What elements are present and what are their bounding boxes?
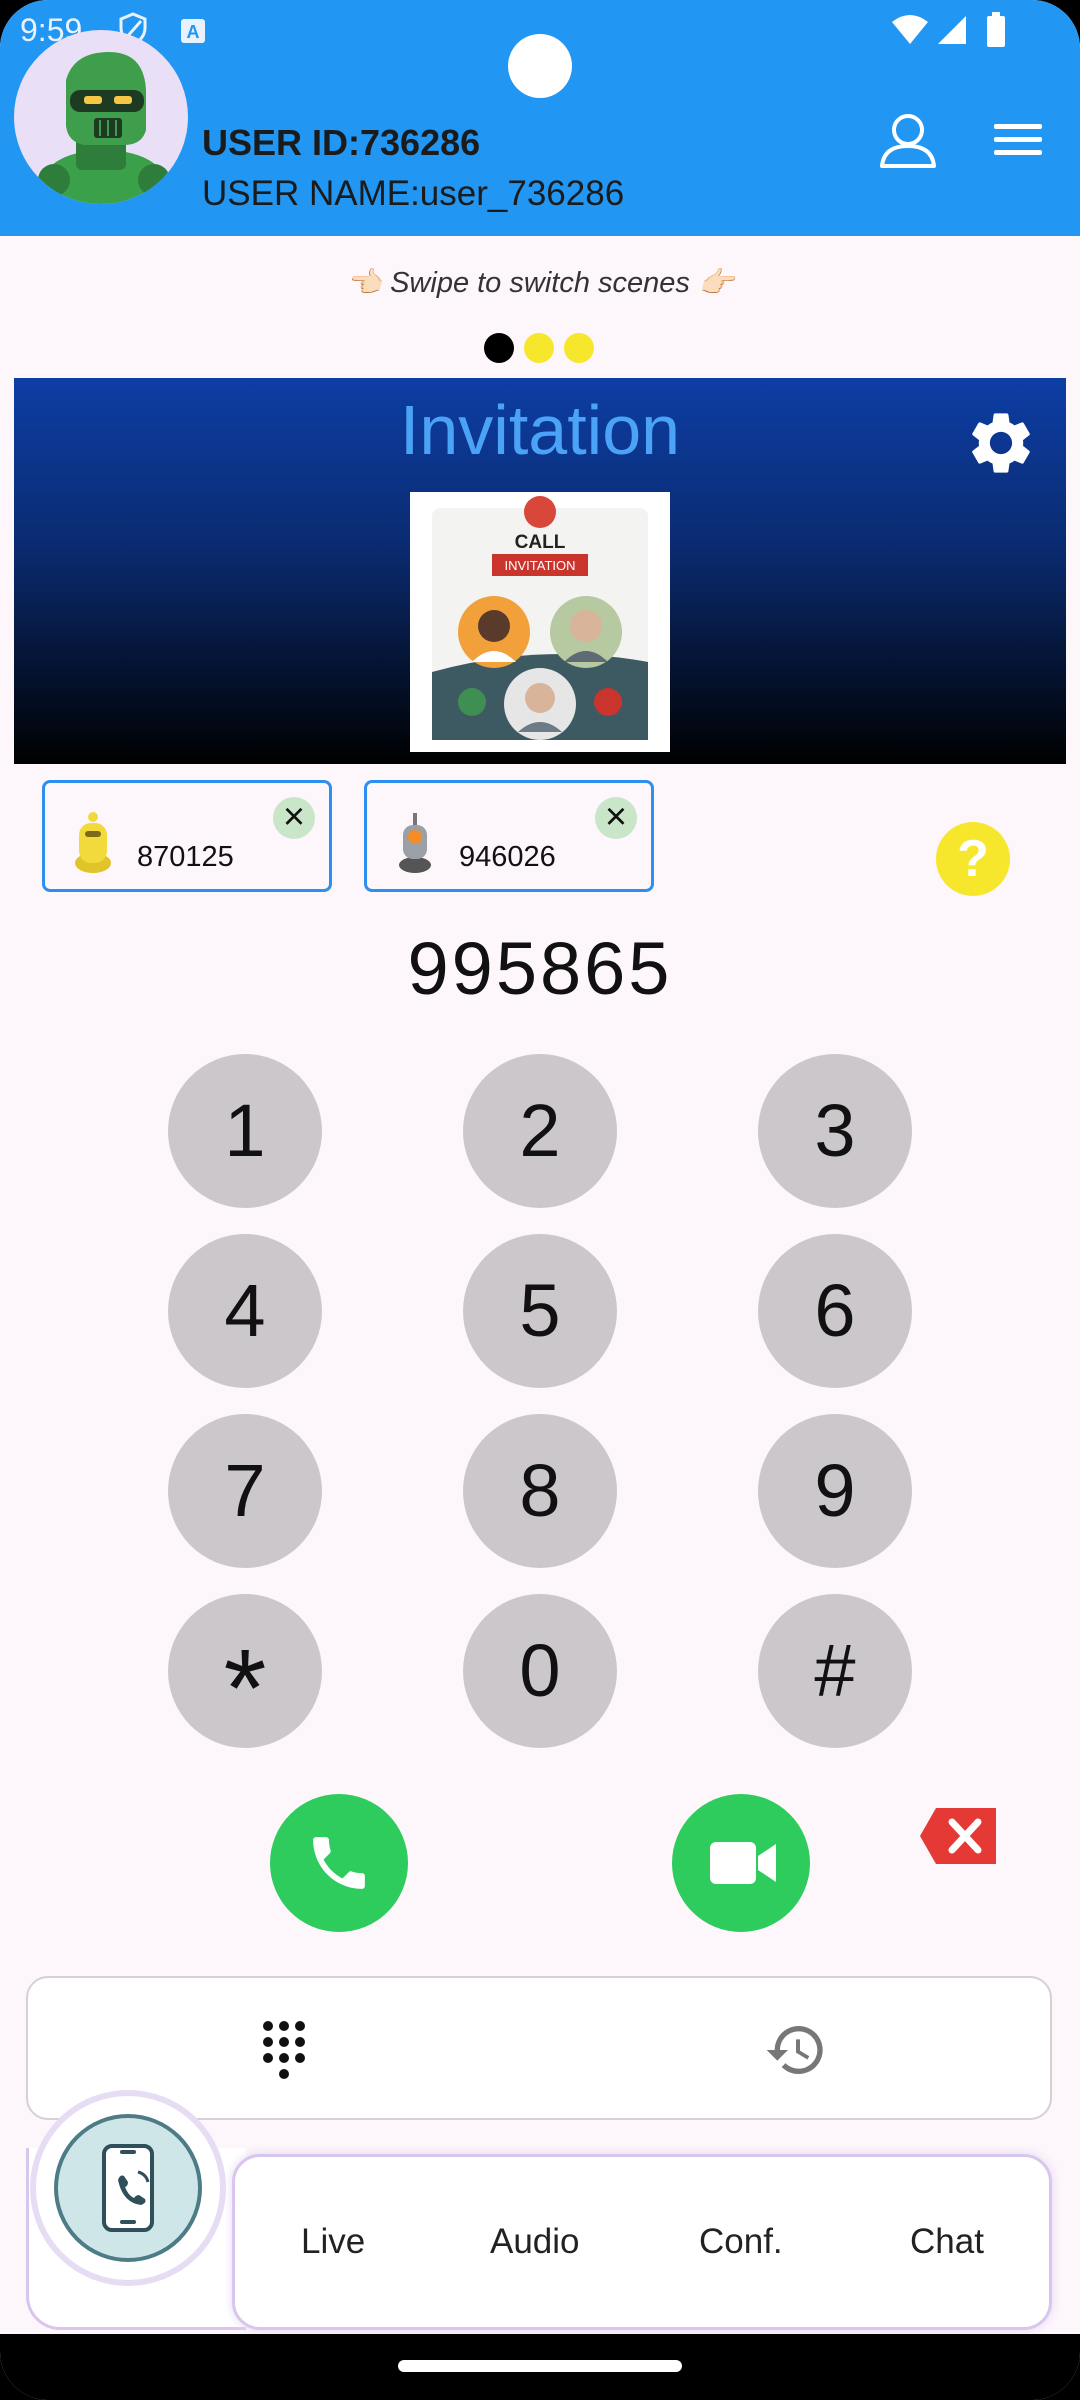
scene-dot[interactable] [484,333,514,363]
call-nav-button[interactable] [30,2090,226,2286]
key-3[interactable]: 3 [758,1054,912,1208]
dialpad-icon[interactable] [252,2018,316,2082]
svg-text:A: A [187,22,200,42]
user-id-label: USER ID:736286 [202,122,481,163]
key-5[interactable]: 5 [463,1234,617,1388]
card-title: CALL [515,532,566,553]
video-call-button[interactable] [672,1794,810,1932]
keyboard-a-icon: A [181,19,205,43]
key-hash[interactable]: # [758,1594,912,1748]
invitee-id: 870125 [137,841,234,873]
smartphone-call-icon [102,2144,154,2232]
dialed-number: 995865 [407,927,673,1010]
key-1[interactable]: 1 [168,1054,322,1208]
key-7[interactable]: 7 [168,1414,322,1568]
key-6[interactable]: 6 [758,1234,912,1388]
call-nav-badge [54,2114,202,2262]
yellow-robot-avatar-icon [75,812,111,873]
scene-dot[interactable] [564,333,594,363]
key-0[interactable]: 0 [463,1594,617,1748]
camera-cutout [508,34,572,98]
app-header: 9:59 A USER ID:736286 USER NAME:user_736… [0,0,1080,236]
wifi-icon [892,15,928,44]
key-8[interactable]: 8 [463,1414,617,1568]
user-name-label: USER NAME:user_736286 [202,174,625,213]
nav-item-audio[interactable]: Audio [490,2222,580,2262]
grey-robot-avatar-icon [399,813,431,873]
nav-item-conf[interactable]: Conf. [699,2222,783,2262]
audio-call-button[interactable] [270,1794,408,1932]
backspace-icon[interactable] [918,1806,998,1866]
help-icon[interactable]: ? [936,822,1010,896]
settings-gear-icon[interactable] [964,406,1038,480]
dial-mode-bar [26,1976,1052,2120]
profile-icon[interactable] [872,104,944,176]
key-4[interactable]: 4 [168,1234,322,1388]
history-icon[interactable] [764,2018,828,2082]
invitation-card-image: CALL INVITATION [410,492,670,752]
signal-icon [938,16,966,44]
key-star[interactable]: * [168,1594,322,1750]
banner-title: Invitation [399,391,681,469]
invitee-id: 946026 [459,841,556,873]
nav-item-live[interactable]: Live [301,2222,365,2262]
scene-banner: Invitation CALL INVITATION [14,378,1066,764]
home-indicator[interactable] [398,2360,682,2372]
swipe-hint: 👈🏻 Swipe to switch scenes 👉🏻 [345,267,735,299]
key-9[interactable]: 9 [758,1414,912,1568]
remove-invitee-close-icon[interactable]: × [273,797,315,839]
battery-icon [987,12,1005,47]
robot-avatar-icon [38,52,170,204]
invitee-chip[interactable]: 946026 × [364,780,654,892]
menu-icon[interactable] [982,104,1054,176]
video-camera-icon [710,1842,776,1884]
phone-icon [313,1837,365,1889]
app-screen: 9:59 A USER ID:736286 USER NAME:user_736… [0,0,1080,2400]
invitee-chip[interactable]: 870125 × [42,780,332,892]
scene-dot[interactable] [524,333,554,363]
user-avatar[interactable] [14,30,188,204]
card-tag: INVITATION [504,558,575,573]
nav-item-chat[interactable]: Chat [910,2222,984,2262]
remove-invitee-close-icon[interactable]: × [595,797,637,839]
key-2[interactable]: 2 [463,1054,617,1208]
